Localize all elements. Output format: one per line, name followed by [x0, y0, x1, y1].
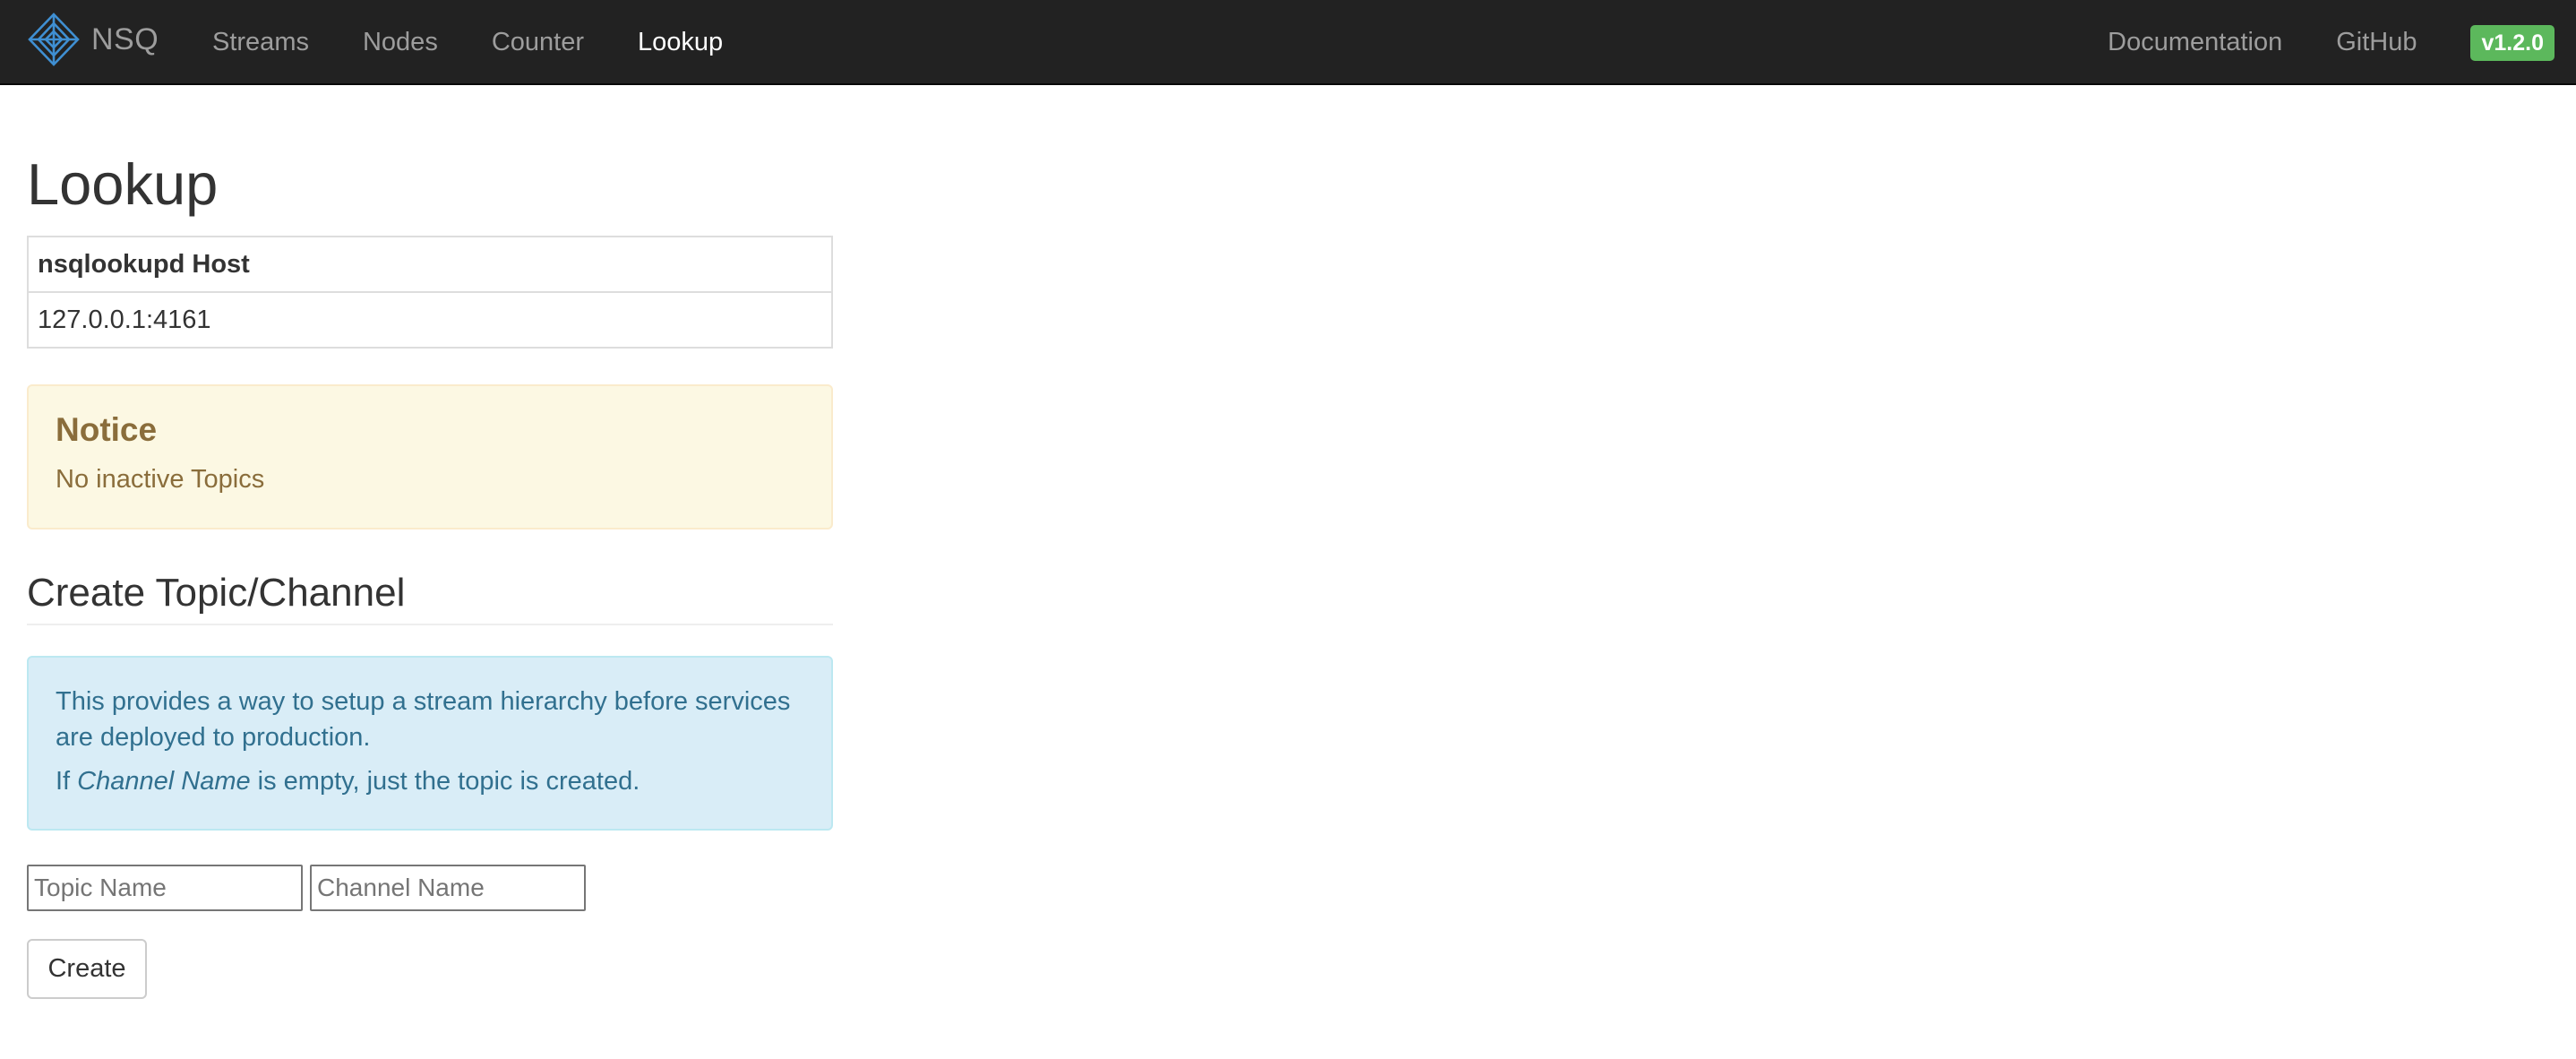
- info-empty-channel-note: If Channel Name is empty, just the topic…: [56, 763, 804, 799]
- create-info-alert: This provides a way to setup a stream hi…: [27, 656, 833, 831]
- nav-github[interactable]: GitHub: [2309, 0, 2443, 85]
- top-navbar: NSQ Streams Nodes Counter Lookup Documen…: [0, 0, 2576, 85]
- primary-nav: Streams Nodes Counter Lookup: [185, 0, 750, 85]
- page-title: Lookup: [27, 151, 219, 217]
- info-note-suffix: is empty, just the topic is created.: [250, 767, 640, 796]
- version-badge: v1.2.0: [2470, 24, 2555, 61]
- host-table-header: nsqlookupd Host: [27, 236, 833, 293]
- brand-name: NSQ: [91, 22, 159, 56]
- brand-link[interactable]: NSQ: [27, 12, 159, 67]
- channel-name-input[interactable]: [310, 865, 586, 911]
- nav-counter[interactable]: Counter: [465, 0, 611, 85]
- info-note-emphasis: Channel Name: [77, 767, 251, 796]
- nav-nodes[interactable]: Nodes: [336, 0, 465, 85]
- notice-alert: Notice No inactive Topics: [27, 384, 833, 530]
- create-button[interactable]: Create: [27, 939, 147, 999]
- topic-name-input[interactable]: [27, 865, 303, 911]
- nav-lookup[interactable]: Lookup: [611, 0, 750, 85]
- info-description: This provides a way to setup a stream hi…: [56, 687, 791, 752]
- nsqlookupd-host-table: nsqlookupd Host 127.0.0.1:4161: [27, 236, 833, 349]
- secondary-nav: Documentation GitHub v1.2.0: [2081, 0, 2555, 85]
- notice-heading: Notice: [56, 411, 158, 448]
- host-address: 127.0.0.1:4161: [27, 291, 833, 349]
- nsq-logo-icon: [28, 13, 80, 66]
- nav-documentation[interactable]: Documentation: [2081, 0, 2309, 85]
- info-note-prefix: If: [56, 767, 78, 796]
- nav-streams[interactable]: Streams: [185, 0, 336, 85]
- notice-message: No inactive Topics: [56, 465, 265, 494]
- table-row: 127.0.0.1:4161: [27, 291, 833, 349]
- create-section-title: Create Topic/Channel: [27, 568, 833, 625]
- create-form-inputs: [27, 865, 586, 911]
